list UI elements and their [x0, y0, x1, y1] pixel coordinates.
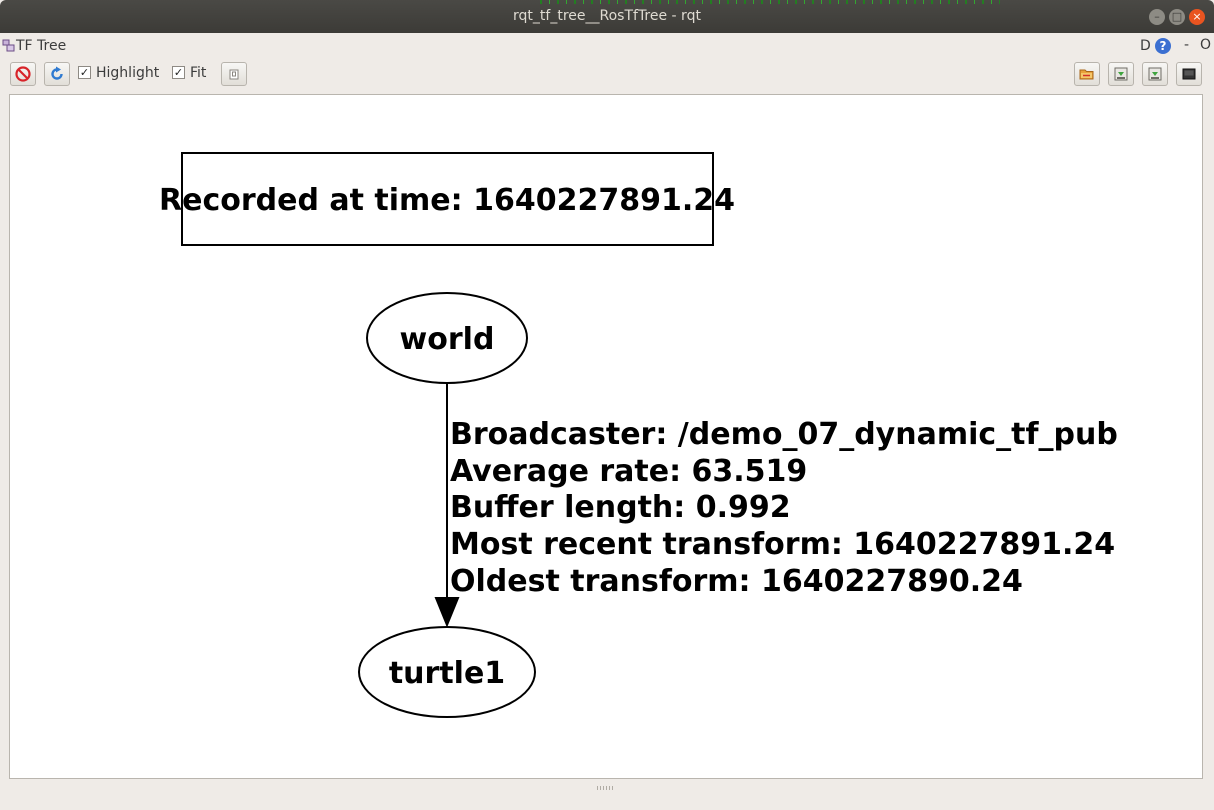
load-dot-button[interactable] [1074, 62, 1100, 86]
dock-button[interactable]: D [1140, 38, 1151, 54]
save-dot-button[interactable] [1108, 62, 1134, 86]
rqt-window: rqt_tf_tree__RosTfTree - rqt – □ × TF Tr… [0, 0, 1214, 810]
folder-open-icon [1079, 69, 1094, 80]
edge-most-recent: Most recent transform: 1640227891.24 [450, 527, 1115, 562]
fit-in-view-button[interactable] [221, 62, 247, 86]
refresh-icon [51, 66, 63, 80]
title-bar-artifact [540, 0, 1000, 4]
close-plugin-button[interactable]: O [1200, 37, 1211, 53]
edge-arrowhead [434, 597, 460, 628]
plugin-header: TF Tree D ? - O [0, 36, 1214, 58]
edge-average-rate: Average rate: 63.519 [450, 454, 807, 489]
minimize-icon[interactable]: – [1149, 9, 1165, 25]
highlight-label: Highlight [96, 65, 160, 81]
help-icon[interactable]: ? [1155, 38, 1171, 54]
fit-label: Fit [190, 65, 207, 81]
plugin-icon [2, 39, 15, 52]
tf-graph-canvas[interactable]: Recorded at time: 1640227891.24 world Br… [9, 94, 1203, 779]
clear-button[interactable] [10, 62, 36, 86]
edge-buffer-length: Buffer length: 0.992 [450, 490, 791, 525]
image-icon [1182, 68, 1196, 80]
save-dot-icon [1114, 67, 1128, 81]
maximize-icon[interactable]: □ [1169, 9, 1185, 25]
refresh-button[interactable] [44, 62, 70, 86]
fit-icon [229, 69, 239, 80]
edge-broadcaster: Broadcaster: /demo_07_dynamic_tf_pub [450, 417, 1118, 452]
fit-checkbox[interactable]: ✓ [172, 66, 185, 79]
toolbar: ✓ Highlight ✓ Fit [0, 62, 1214, 88]
save-svg-button[interactable] [1142, 62, 1168, 86]
edge-oldest: Oldest transform: 1640227890.24 [450, 564, 1023, 599]
minimize-plugin-button[interactable]: - [1184, 37, 1189, 53]
tf-graph: Recorded at time: 1640227891.24 world Br… [159, 152, 1118, 718]
world-node-label: world [400, 322, 495, 357]
resize-grip[interactable] [597, 786, 615, 790]
title-bar[interactable]: rqt_tf_tree__RosTfTree - rqt – □ × [0, 0, 1214, 33]
window-title: rqt_tf_tree__RosTfTree - rqt [513, 8, 701, 24]
turtle1-node-label: turtle1 [389, 656, 505, 691]
save-svg-icon [1148, 67, 1162, 81]
recorded-time-label: Recorded at time: 1640227891.24 [159, 183, 735, 218]
plugin-title: TF Tree [16, 38, 67, 54]
stop-icon [15, 66, 31, 82]
close-icon[interactable]: × [1189, 9, 1205, 25]
highlight-checkbox[interactable]: ✓ [78, 66, 91, 79]
save-image-button[interactable] [1176, 62, 1202, 86]
